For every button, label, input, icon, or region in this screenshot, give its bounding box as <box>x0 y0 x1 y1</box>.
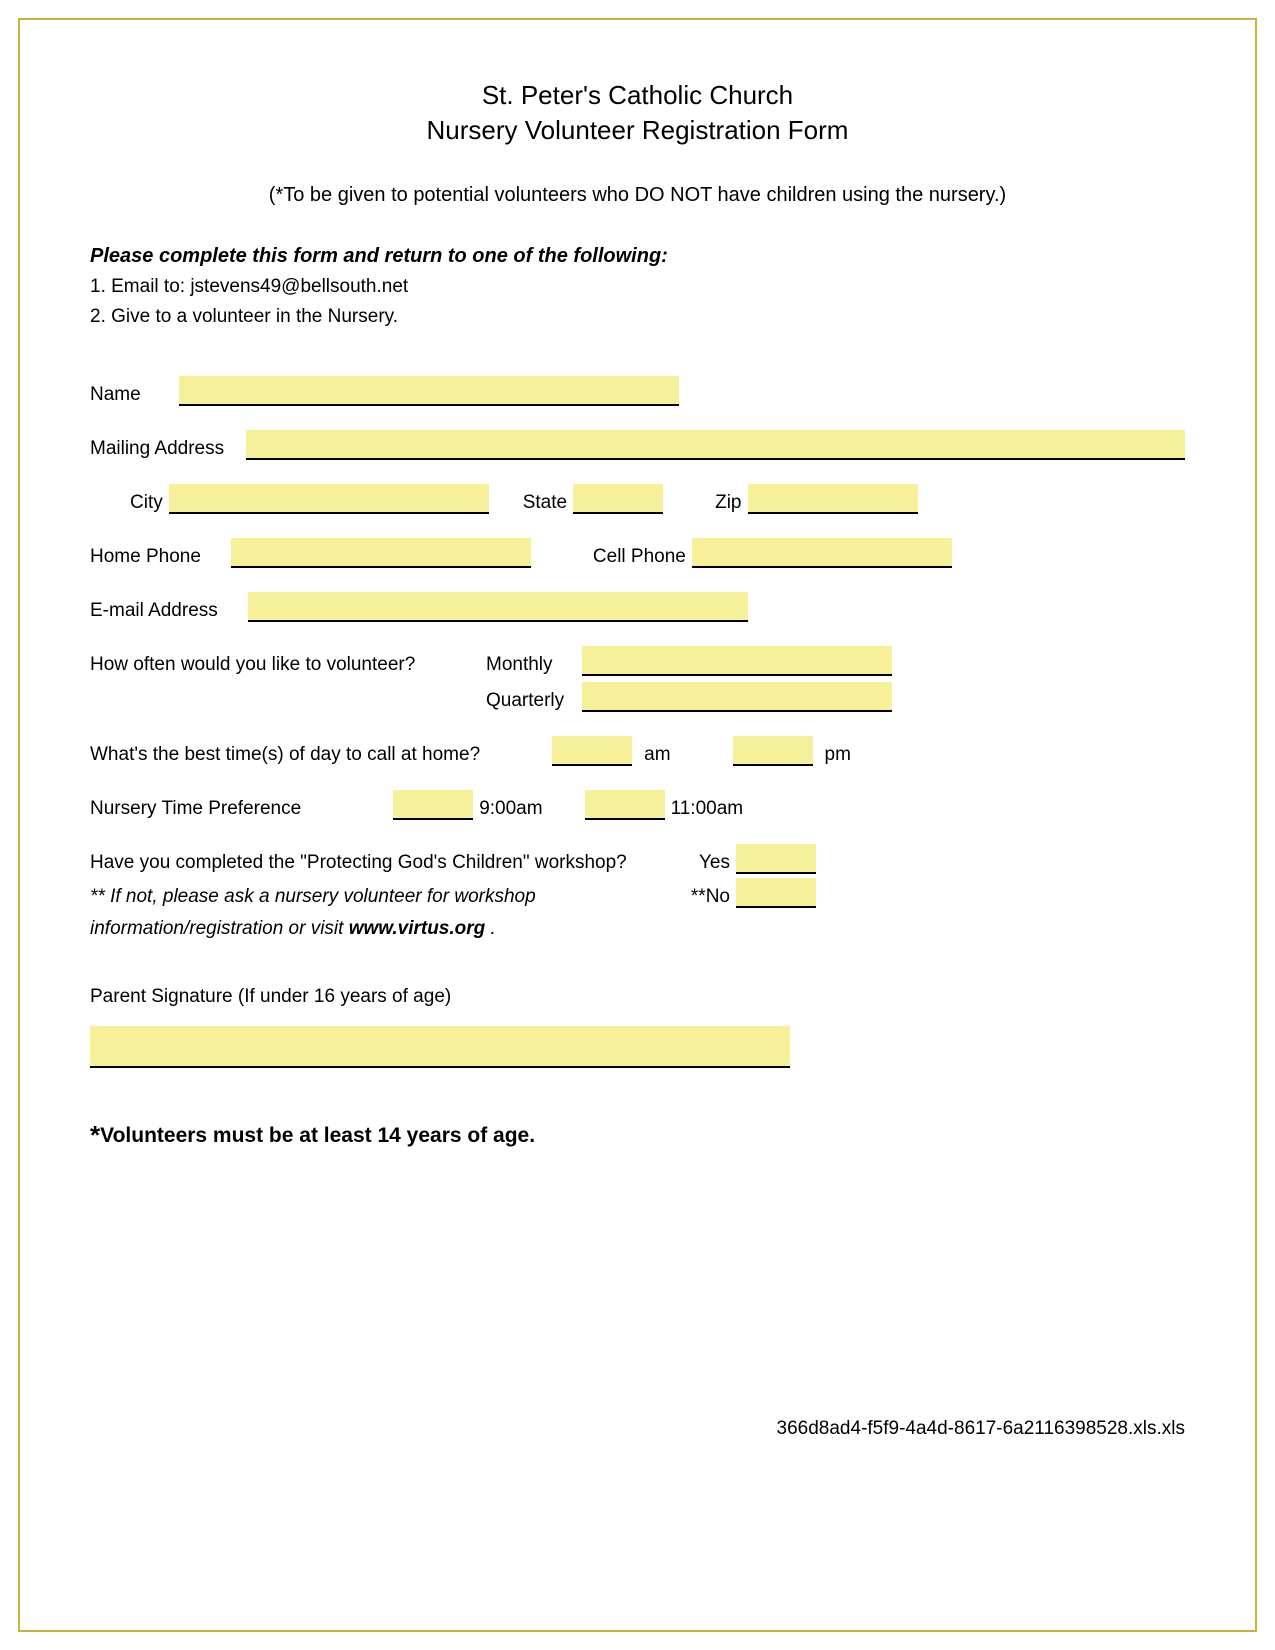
label-yes: Yes <box>686 852 730 874</box>
virtus-link: www.virtus.org <box>349 918 486 939</box>
label-state: State <box>523 492 567 514</box>
input-parent-signature[interactable] <box>90 1026 790 1068</box>
asterisk-icon: * <box>90 1120 100 1150</box>
workshop-block: Have you completed the "Protecting God's… <box>90 844 1185 940</box>
input-900am[interactable] <box>393 790 473 820</box>
age-note-text: Volunteers must be at least 14 years of … <box>100 1124 535 1147</box>
label-quarterly: Quarterly <box>486 690 576 712</box>
input-home-phone[interactable] <box>231 538 531 568</box>
label-no-wrapper: **No <box>686 886 730 908</box>
label-1100am: 11:00am <box>671 798 744 820</box>
label-am: am <box>644 744 670 766</box>
label-frequency: How often would you like to volunteer? <box>90 654 480 676</box>
label-pm: pm <box>825 744 851 766</box>
row-mailing-address: Mailing Address <box>90 430 1185 460</box>
row-city-state-zip: City State Zip <box>90 484 1185 514</box>
header-line-2: Nursery Volunteer Registration Form <box>90 113 1185 148</box>
row-email: E-mail Address <box>90 592 1185 622</box>
document-id: 366d8ad4-f5f9-4a4d-8617-6a2116398528.xls… <box>777 1418 1185 1440</box>
input-1100am[interactable] <box>585 790 665 820</box>
input-zip[interactable] <box>748 484 918 514</box>
page-frame: St. Peter's Catholic Church Nursery Volu… <box>18 18 1257 1632</box>
input-quarterly[interactable] <box>582 682 892 712</box>
label-nursery-pref: Nursery Time Preference <box>90 798 301 820</box>
input-pm[interactable] <box>733 736 813 766</box>
row-best-time: What's the best time(s) of day to call a… <box>90 736 1185 766</box>
frequency-block: How often would you like to volunteer? M… <box>90 646 1185 712</box>
header-line-1: St. Peter's Catholic Church <box>90 78 1185 113</box>
label-city: City <box>130 492 163 514</box>
label-workshop: Have you completed the "Protecting God's… <box>90 852 680 874</box>
input-no[interactable] <box>736 878 816 908</box>
label-email: E-mail Address <box>90 600 218 622</box>
no-prefix: ** <box>691 886 706 907</box>
label-name: Name <box>90 384 141 406</box>
input-email[interactable] <box>248 592 748 622</box>
row-name: Name <box>90 376 1185 406</box>
input-cell-phone[interactable] <box>692 538 952 568</box>
input-city[interactable] <box>169 484 489 514</box>
label-zip: Zip <box>715 492 741 514</box>
form-area: Name Mailing Address City State Zip Home… <box>90 376 1185 1151</box>
input-monthly[interactable] <box>582 646 892 676</box>
label-best-time: What's the best time(s) of day to call a… <box>90 744 480 766</box>
input-state[interactable] <box>573 484 663 514</box>
instruction-item-1: 1. Email to: jstevens49@bellsouth.net <box>90 276 1185 298</box>
label-900am: 9:00am <box>479 798 542 820</box>
label-mailing-address: Mailing Address <box>90 438 224 460</box>
instruction-item-2: 2. Give to a volunteer in the Nursery. <box>90 306 1185 328</box>
row-nursery-pref: Nursery Time Preference 9:00am 11:00am <box>90 790 1185 820</box>
form-header: St. Peter's Catholic Church Nursery Volu… <box>90 78 1185 148</box>
input-mailing-address[interactable] <box>246 430 1185 460</box>
label-no: No <box>706 886 730 907</box>
workshop-note-line-1: ** If not, please ask a nursery voluntee… <box>90 886 680 908</box>
input-name[interactable] <box>179 376 679 406</box>
label-cell-phone: Cell Phone <box>593 546 686 568</box>
note2-c: . <box>485 918 496 939</box>
input-yes[interactable] <box>736 844 816 874</box>
label-monthly: Monthly <box>486 654 576 676</box>
input-am[interactable] <box>552 736 632 766</box>
row-phones: Home Phone Cell Phone <box>90 538 1185 568</box>
signature-block: Parent Signature (If under 16 years of a… <box>90 986 1185 1068</box>
instructions-heading: Please complete this form and return to … <box>90 245 1185 268</box>
age-requirement-note: *Volunteers must be at least 14 years of… <box>90 1120 1185 1151</box>
workshop-note-line-2: information/registration or visit www.vi… <box>90 918 496 940</box>
label-home-phone: Home Phone <box>90 546 201 568</box>
eligibility-note: (*To be given to potential volunteers wh… <box>90 184 1185 207</box>
note2-a: information/registration or visit <box>90 918 349 939</box>
label-parent-signature: Parent Signature (If under 16 years of a… <box>90 986 1185 1008</box>
